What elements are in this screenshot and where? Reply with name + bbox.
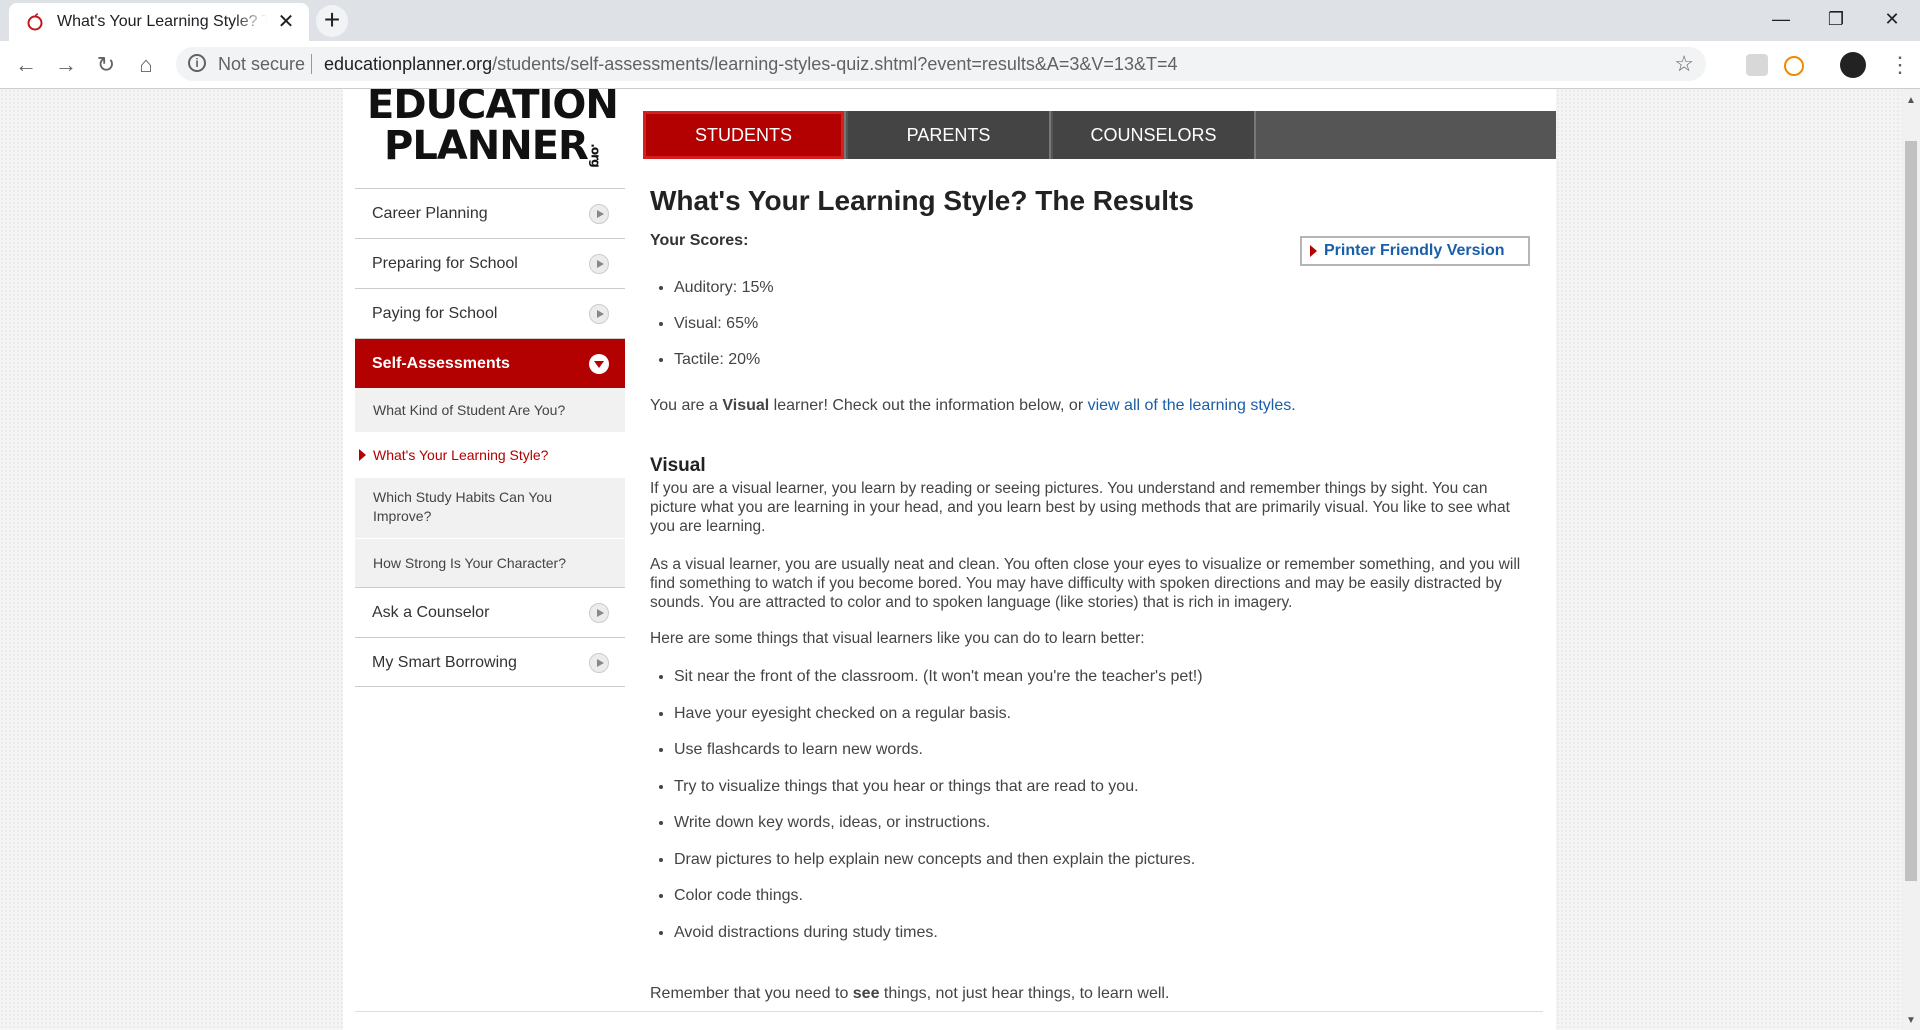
browser-toolbar: ← → ↻ ⌂ i Not secure educationplanner.or… <box>0 41 1920 89</box>
logo-line2: PLANNER <box>384 123 589 169</box>
sidebar-item-preparing-for-school[interactable]: Preparing for School <box>355 238 625 288</box>
scores-label: Your Scores: <box>650 232 749 249</box>
tip-item: Draw pictures to help explain new concep… <box>674 842 1203 879</box>
info-icon[interactable]: i <box>188 54 206 72</box>
maximize-button[interactable]: ❐ <box>1808 0 1864 38</box>
scroll-down-icon[interactable]: ▼ <box>1902 1015 1920 1026</box>
paragraph: As a visual learner, you are usually nea… <box>650 556 1521 611</box>
extension-icon[interactable] <box>1784 56 1804 76</box>
sidebar-subitem-study-habits[interactable]: Which Study Habits Can You Improve? <box>355 478 625 538</box>
divider <box>311 54 312 74</box>
reload-icon[interactable]: ↻ <box>92 51 120 79</box>
arrow-right-icon <box>589 653 609 673</box>
paragraph: If you are a visual learner, you learn b… <box>650 480 1510 535</box>
tips-list: Sit near the front of the classroom. (It… <box>650 659 1203 951</box>
tab-counselors[interactable]: COUNSELORS <box>1053 111 1256 159</box>
sidebar: Career Planning Preparing for School Pay… <box>355 188 625 687</box>
address-bar[interactable]: i Not secure educationplanner.org/studen… <box>176 47 1706 81</box>
tab-students[interactable]: STUDENTS <box>643 111 846 159</box>
bookmark-star-icon[interactable]: ☆ <box>1674 51 1694 77</box>
apple-favicon-icon <box>25 12 45 32</box>
view-all-styles-link[interactable]: view all of the learning styles <box>1088 397 1292 414</box>
extension-icon[interactable] <box>1746 54 1768 76</box>
intro-text: You are a <box>650 397 723 414</box>
score-item: Tactile: 20% <box>674 347 774 383</box>
page-title: What's Your Learning Style? The Results <box>650 185 1194 216</box>
divider <box>355 1011 1543 1012</box>
url-host: educationplanner.org <box>324 54 493 74</box>
closing-bold: see <box>852 985 880 1002</box>
intro-text: . <box>1291 397 1296 414</box>
arrow-right-icon <box>589 254 609 274</box>
paragraph: Here are some things that visual learner… <box>650 630 1145 647</box>
logo-line1: EDUCATION <box>367 89 619 128</box>
tip-item: Avoid distractions during study times. <box>674 915 1203 952</box>
content-area: EDUCATION PLANNER.org STUDENTS PARENTS C… <box>343 89 1556 1030</box>
sidebar-item-label: Self-Assessments <box>372 355 510 372</box>
arrow-right-icon <box>589 204 609 224</box>
scrollbar[interactable]: ▲ ▼ <box>1902 89 1920 1030</box>
sidebar-item-self-assessments[interactable]: Self-Assessments <box>355 338 625 388</box>
site-logo[interactable]: EDUCATION PLANNER.org <box>367 89 619 167</box>
sidebar-item-career-planning[interactable]: Career Planning <box>355 188 625 238</box>
tab-strip: What's Your Learning Style? The Results … <box>0 0 1920 41</box>
sidebar-subitem-student-kind[interactable]: What Kind of Student Are You? <box>355 388 625 432</box>
window-close-button[interactable]: ✕ <box>1864 0 1920 38</box>
sidebar-item-label: Preparing for School <box>372 255 518 272</box>
scrollbar-thumb[interactable] <box>1905 141 1917 881</box>
minimize-button[interactable]: — <box>1753 0 1809 38</box>
arrow-right-icon <box>589 603 609 623</box>
sidebar-subitem-learning-style[interactable]: What's Your Learning Style? <box>355 433 625 477</box>
new-tab-button[interactable]: + <box>316 5 348 37</box>
tip-item: Sit near the front of the classroom. (It… <box>674 659 1203 696</box>
sidebar-item-smart-borrowing[interactable]: My Smart Borrowing <box>355 637 625 687</box>
tip-item: Color code things. <box>674 878 1203 915</box>
tab-close-icon[interactable]: ✕ <box>275 11 297 33</box>
url-path: /students/self-assessments/learning-styl… <box>492 54 1178 74</box>
tip-item: Write down key words, ideas, or instruct… <box>674 805 1203 842</box>
profile-avatar[interactable] <box>1840 52 1866 78</box>
sidebar-item-label: Paying for School <box>372 305 498 322</box>
home-icon[interactable]: ⌂ <box>132 51 160 79</box>
browser-tab[interactable]: What's Your Learning Style? The Results … <box>9 3 309 41</box>
closing-text: things, not just hear things, to learn w… <box>879 985 1170 1002</box>
page-background: EDUCATION PLANNER.org STUDENTS PARENTS C… <box>0 89 1920 1030</box>
security-label: Not secure <box>218 54 306 74</box>
closing-note: Remember that you need to see things, no… <box>650 985 1169 1003</box>
tip-item: Use flashcards to learn new words. <box>674 732 1203 769</box>
sidebar-item-paying-for-school[interactable]: Paying for School <box>355 288 625 338</box>
chevron-down-icon <box>589 354 609 374</box>
scroll-up-icon[interactable]: ▲ <box>1902 95 1920 106</box>
result-summary: You are a Visual learner! Check out the … <box>650 397 1296 415</box>
url-text[interactable]: educationplanner.org/students/self-asses… <box>324 54 1177 75</box>
top-navigation: STUDENTS PARENTS COUNSELORS <box>643 111 1556 159</box>
sidebar-item-label: My Smart Borrowing <box>372 654 517 671</box>
back-icon[interactable]: ← <box>12 51 40 79</box>
forward-icon[interactable]: → <box>52 51 80 79</box>
sidebar-item-label: Ask a Counselor <box>372 604 490 621</box>
score-item: Visual: 65% <box>674 311 774 347</box>
tab-parents[interactable]: PARENTS <box>848 111 1051 159</box>
arrow-right-icon <box>589 304 609 324</box>
sidebar-item-label: Career Planning <box>372 205 488 222</box>
learning-style-result: Visual <box>722 397 770 414</box>
tab-title: What's Your Learning Style? The Results … <box>57 13 267 30</box>
printer-friendly-button[interactable]: Printer Friendly Version <box>1300 236 1530 266</box>
intro-text: learner! Check out the information below… <box>769 397 1088 414</box>
sidebar-item-ask-counselor[interactable]: Ask a Counselor <box>355 587 625 637</box>
section-heading: Visual <box>650 455 706 476</box>
menu-dots-icon[interactable]: ⋮ <box>1886 51 1914 79</box>
closing-text: Remember that you need to <box>650 985 853 1002</box>
scores-list: Auditory: 15% Visual: 65% Tactile: 20% <box>650 275 774 383</box>
sidebar-subitem-character[interactable]: How Strong Is Your Character? <box>355 539 625 587</box>
logo-suffix: .org <box>588 143 603 167</box>
tip-item: Have your eyesight checked on a regular … <box>674 696 1203 733</box>
tip-item: Try to visualize things that you hear or… <box>674 769 1203 806</box>
score-item: Auditory: 15% <box>674 275 774 311</box>
main-content: What's Your Learning Style? The Results … <box>650 185 1530 1002</box>
